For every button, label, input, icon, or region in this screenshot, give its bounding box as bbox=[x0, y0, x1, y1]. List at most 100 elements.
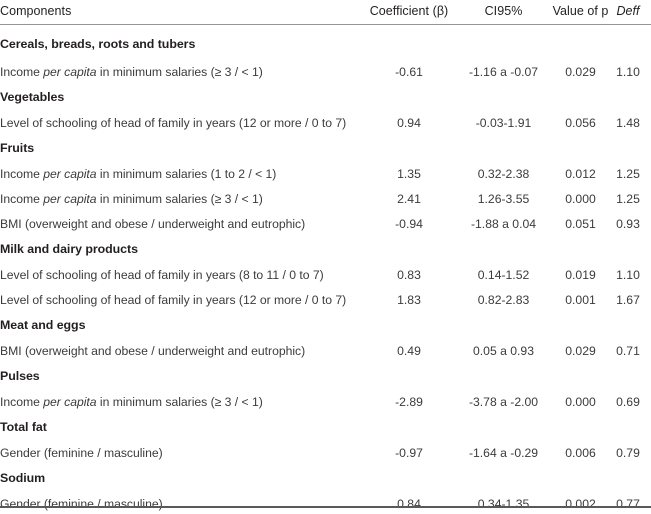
column-header-coefficient: Coefficient (β) bbox=[363, 0, 455, 25]
table-row: Level of schooling of head of family in … bbox=[0, 262, 651, 287]
table-bottom-rule bbox=[0, 505, 651, 508]
cell-deff: 0.79 bbox=[616, 445, 640, 460]
cell-pvalue: 0.002 bbox=[565, 496, 596, 511]
cell-deff: 1.48 bbox=[616, 115, 640, 130]
section-title: Total fat bbox=[0, 420, 47, 434]
row-label-italic-text: per capita bbox=[43, 191, 97, 206]
row-label: Income per capita in minimum salaries (1… bbox=[0, 161, 363, 186]
table-header: Components Coefficient (β) CI95% Value o… bbox=[0, 0, 651, 25]
cell-deff: 1.10 bbox=[616, 64, 640, 79]
row-label-suffix-text: in minimum salaries (≥ 3 / < 1) bbox=[96, 394, 263, 409]
row-label-text: Income bbox=[0, 166, 44, 181]
column-header-ci95: CI95% bbox=[455, 0, 552, 25]
row-label-text: Gender (feminine / masculine) bbox=[0, 445, 163, 460]
cell-coefficient: 0.94 bbox=[397, 115, 421, 130]
row-label: Level of schooling of head of family in … bbox=[0, 110, 363, 135]
row-label-text: Level of schooling of head of family in … bbox=[0, 292, 347, 307]
section-title: Cereals, breads, roots and tubers bbox=[0, 37, 196, 51]
table-row: BMI (overweight and obese / underweight … bbox=[0, 211, 651, 236]
cell-pvalue: 0.051 bbox=[565, 216, 596, 231]
section-title: Meat and eggs bbox=[0, 318, 86, 332]
cell-pvalue: 0.006 bbox=[565, 445, 596, 460]
row-label: Level of schooling of head of family in … bbox=[0, 262, 363, 287]
section-header-row: Meat and eggs bbox=[0, 312, 651, 338]
cell-deff: 0.71 bbox=[616, 343, 640, 358]
row-label-text: Income bbox=[0, 191, 44, 206]
section-header-row: Sodium bbox=[0, 465, 651, 491]
cell-coefficient: -0.94 bbox=[395, 216, 423, 231]
row-label-suffix-text: in minimum salaries (1 to 2 / < 1) bbox=[96, 166, 277, 181]
section-header-row: Vegetables bbox=[0, 84, 651, 110]
cell-ci95: 0.14-1.52 bbox=[477, 267, 530, 282]
cell-coefficient: -0.61 bbox=[395, 64, 423, 79]
row-label: Income per capita in minimum salaries (≥… bbox=[0, 59, 363, 84]
cell-ci95: -3.78 a -2.00 bbox=[468, 394, 539, 409]
table-row: Gender (feminine / masculine) 0.84 0.34-1.… bbox=[0, 491, 651, 514]
cell-ci95: 0.32-2.38 bbox=[477, 166, 530, 181]
row-label: BMI (overweight and obese / underweight … bbox=[0, 211, 363, 236]
table-body: Cereals, breads, roots and tubers Income … bbox=[0, 25, 651, 514]
cell-deff: 1.10 bbox=[616, 267, 640, 282]
cell-pvalue: 0.056 bbox=[565, 115, 596, 130]
cell-deff: 0.69 bbox=[616, 394, 640, 409]
row-label-text: Level of schooling of head of family in … bbox=[0, 115, 347, 130]
table-row: Income per capita in minimum salaries (≥… bbox=[0, 389, 651, 414]
row-label-text: BMI (overweight and obese / underweight … bbox=[0, 343, 306, 358]
table-row: Income per capita in minimum salaries (≥… bbox=[0, 186, 651, 211]
cell-coefficient: 2.41 bbox=[397, 191, 421, 206]
row-label: Level of schooling of head of family in … bbox=[0, 287, 363, 312]
row-label: BMI (overweight and obese / underweight … bbox=[0, 338, 363, 363]
section-header-row: Fruits bbox=[0, 135, 651, 161]
section-header-row: Cereals, breads, roots and tubers bbox=[0, 25, 651, 60]
cell-coefficient: -0.97 bbox=[395, 445, 423, 460]
row-label-text: Income bbox=[0, 64, 44, 79]
cell-ci95: -1.16 a -0.07 bbox=[468, 64, 539, 79]
table-row: Level of schooling of head of family in … bbox=[0, 110, 651, 135]
section-header-row: Milk and dairy products bbox=[0, 236, 651, 262]
table-row: Level of schooling of head of family in … bbox=[0, 287, 651, 312]
section-header-row: Total fat bbox=[0, 414, 651, 440]
section-title: Fruits bbox=[0, 141, 35, 155]
row-label-italic-text: per capita bbox=[43, 394, 97, 409]
row-label-italic-text: per capita bbox=[43, 166, 97, 181]
cell-ci95: -1.88 a 0.04 bbox=[470, 216, 537, 231]
cell-ci95: -1.64 a -0.29 bbox=[468, 445, 539, 460]
cell-ci95: 0.34-1.35 bbox=[477, 496, 530, 511]
cell-coefficient: 0.84 bbox=[397, 496, 421, 511]
cell-ci95: 0.05 a 0.93 bbox=[473, 343, 534, 358]
row-label: Gender (feminine / masculine) bbox=[0, 440, 363, 465]
table-row: Income per capita in minimum salaries (1… bbox=[0, 161, 651, 186]
row-label: Income per capita in minimum salaries (≥… bbox=[0, 186, 363, 211]
section-title: Sodium bbox=[0, 471, 46, 485]
cell-pvalue: 0.000 bbox=[565, 191, 596, 206]
cell-deff: 1.25 bbox=[616, 191, 640, 206]
cell-deff: 0.77 bbox=[616, 496, 640, 511]
section-title: Vegetables bbox=[0, 90, 65, 104]
row-label-text: Level of schooling of head of family in … bbox=[0, 267, 324, 282]
cell-deff: 1.25 bbox=[616, 166, 640, 181]
column-header-pvalue: Value of p bbox=[552, 0, 609, 25]
cell-ci95: 1.26-3.55 bbox=[477, 191, 530, 206]
cell-pvalue: 0.012 bbox=[565, 166, 596, 181]
cell-ci95: -0.03-1.91 bbox=[475, 115, 532, 130]
cell-coefficient: 1.35 bbox=[397, 166, 421, 181]
row-label-text: Gender (feminine / masculine) bbox=[0, 496, 163, 511]
cell-ci95: 0.82-2.83 bbox=[477, 292, 530, 307]
row-label-suffix-text: in minimum salaries (≥ 3 / < 1) bbox=[96, 64, 263, 79]
table-row: Gender (feminine / masculine) -0.97 -1.64 … bbox=[0, 440, 651, 465]
row-label-italic-text: per capita bbox=[43, 64, 97, 79]
table-header-row: Components Coefficient (β) CI95% Value o… bbox=[0, 0, 651, 25]
row-label: Gender (feminine / masculine) bbox=[0, 491, 363, 514]
cell-pvalue: 0.029 bbox=[565, 343, 596, 358]
cell-pvalue: 0.001 bbox=[565, 292, 596, 307]
table-row: Income per capita in minimum salaries (≥… bbox=[0, 59, 651, 84]
cell-deff: 1.67 bbox=[616, 292, 640, 307]
cell-coefficient: -2.89 bbox=[395, 394, 423, 409]
section-title: Pulses bbox=[0, 369, 40, 383]
row-label-suffix-text: in minimum salaries (≥ 3 / < 1) bbox=[96, 191, 263, 206]
row-label-text: BMI (overweight and obese / underweight … bbox=[0, 216, 306, 231]
column-header-deff: Deff bbox=[609, 0, 651, 25]
statistics-table-container: Components Coefficient (β) CI95% Value o… bbox=[0, 0, 651, 514]
row-label: Income per capita in minimum salaries (≥… bbox=[0, 389, 363, 414]
cell-coefficient: 0.83 bbox=[397, 267, 421, 282]
